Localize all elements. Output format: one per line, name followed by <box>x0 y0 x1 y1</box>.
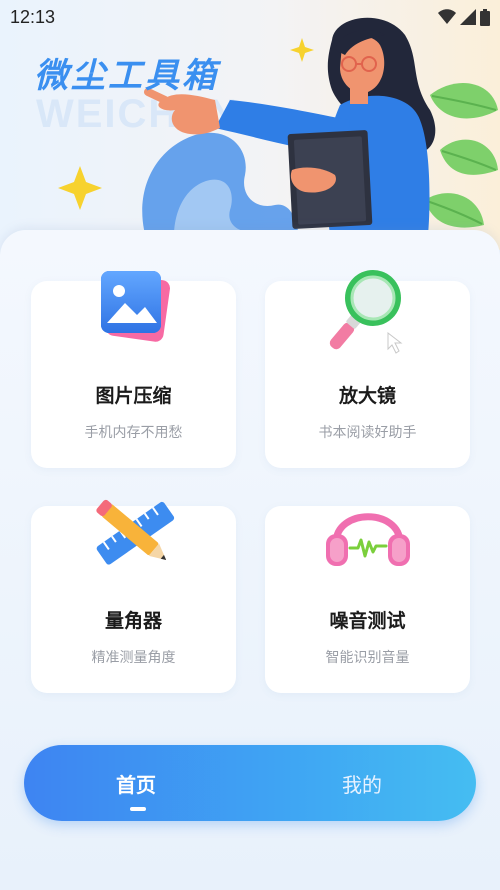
tool-title: 噪音测试 <box>329 610 406 632</box>
active-tab-indicator <box>130 807 146 811</box>
magnifier-icon <box>329 270 402 354</box>
tool-subtitle: 书本阅读好助手 <box>318 425 417 441</box>
tool-subtitle: 智能识别音量 <box>325 650 410 666</box>
battery-icon <box>480 8 490 26</box>
status-time: 12:13 <box>10 6 56 27</box>
hero-banner: WEICHEN 微尘工具箱 <box>0 0 500 250</box>
app-title: 微尘工具箱 <box>34 56 219 96</box>
tool-title: 放大镜 <box>338 385 396 407</box>
hero-illustration <box>58 17 498 250</box>
tool-card-image-compress[interactable]: 图片压缩 手机内存不用愁 <box>31 271 236 468</box>
tool-card-protractor[interactable]: 量角器 精准测量角度 <box>31 499 236 693</box>
tool-subtitle: 手机内存不用愁 <box>84 425 183 441</box>
tool-card-magnifier[interactable]: 放大镜 书本阅读好助手 <box>265 270 470 468</box>
image-icon <box>100 271 170 342</box>
ruler-pencil-icon <box>95 499 174 565</box>
tool-subtitle: 精准测量角度 <box>91 650 176 666</box>
nav-mine-tab[interactable]: 我的 <box>272 745 452 821</box>
wifi-icon <box>438 9 456 24</box>
tool-title: 图片压缩 <box>95 385 172 407</box>
status-icons <box>438 8 490 26</box>
status-bar: 12:13 <box>0 0 500 34</box>
tool-title: 量角器 <box>104 610 162 632</box>
signal-icon <box>460 9 476 25</box>
bottom-nav: 首页 我的 <box>24 745 476 821</box>
tool-card-noise-test[interactable]: 噪音测试 智能识别音量 <box>265 506 470 693</box>
headphones-icon <box>325 513 410 566</box>
